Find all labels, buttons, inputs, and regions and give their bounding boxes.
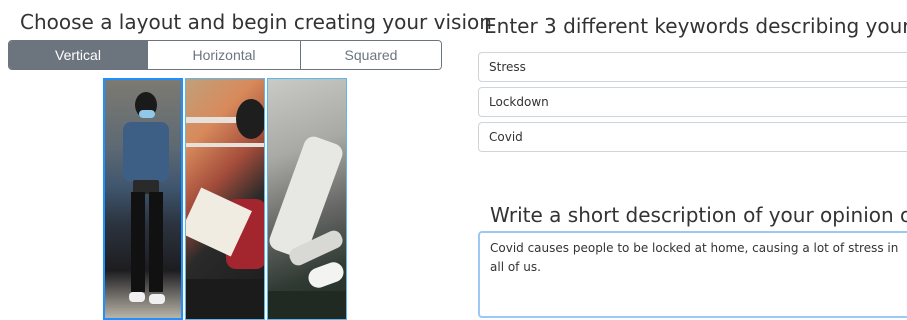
layout-selector: Vertical Horizontal Squared: [8, 40, 442, 70]
description-title: Write a short description of your opinio…: [490, 203, 907, 227]
keyword-input-3[interactable]: [478, 122, 907, 152]
layout-squared-button[interactable]: Squared: [300, 41, 441, 69]
keywords-title: Enter 3 different keywords describing yo…: [484, 14, 907, 38]
layout-vertical-button[interactable]: Vertical: [9, 41, 147, 69]
keyword-input-2[interactable]: [478, 87, 907, 117]
photo-hammock-feet[interactable]: [267, 78, 347, 320]
vision-builder-page: Choose a layout and begin creating your …: [0, 0, 907, 320]
photo-woman-with-mask[interactable]: [103, 78, 183, 320]
keyword-input-1[interactable]: [478, 52, 907, 82]
photo-layout-preview: [103, 78, 349, 320]
description-textarea[interactable]: Covid causes people to be locked at home…: [478, 231, 907, 318]
layout-title: Choose a layout and begin creating your …: [20, 10, 492, 34]
layout-horizontal-button[interactable]: Horizontal: [147, 41, 300, 69]
photo-person-reading[interactable]: [185, 78, 265, 320]
